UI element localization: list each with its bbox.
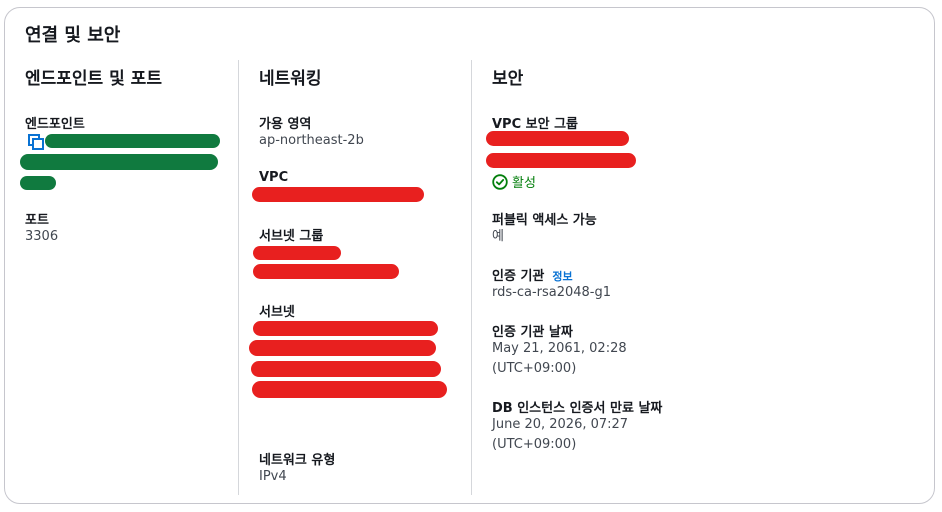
endpoint-port-title: 엔드포인트 및 포트 <box>25 69 162 89</box>
subnet-redaction-4 <box>252 381 447 398</box>
public-access-label: 퍼블릭 액세스 가능 <box>492 213 597 228</box>
network-type-value: IPv4 <box>259 469 287 484</box>
security-group-redaction-2 <box>486 153 636 168</box>
ca-date-label: 인증 기관 날짜 <box>492 325 573 340</box>
subnet-group-label: 서브넷 그룹 <box>259 229 324 244</box>
cert-expiry-value: June 20, 2026, 07:27 <box>492 417 629 432</box>
cert-expiry-timezone: (UTC+09:00) <box>492 437 577 452</box>
security-group-status-text: 활성 <box>512 176 536 191</box>
endpoint-redaction-line-3 <box>20 176 56 190</box>
ca-label-text: 인증 기관 <box>492 269 545 284</box>
subnet-group-redaction-1 <box>253 246 341 260</box>
vpc-redaction <box>252 187 424 202</box>
networking-title: 네트워킹 <box>259 69 322 89</box>
networking-column: 네트워킹 가용 영역 ap-northeast-2b VPC 서브넷 그룹 서브… <box>238 60 469 495</box>
subnets-label: 서브넷 <box>259 305 295 320</box>
subnet-redaction-2 <box>249 340 436 356</box>
subnet-group-redaction-2 <box>253 264 399 279</box>
ca-info-link[interactable]: 정보 <box>552 270 572 283</box>
copy-icon[interactable] <box>28 134 44 150</box>
security-group-redaction-1 <box>486 131 629 146</box>
endpoint-redaction-line-1 <box>45 134 220 148</box>
ca-label: 인증 기관 정보 <box>492 265 573 284</box>
security-group-status: 활성 <box>492 172 536 191</box>
security-group-label: VPC 보안 그룹 <box>492 117 579 132</box>
panel-title: 연결 및 보안 <box>25 25 121 46</box>
az-value: ap-northeast-2b <box>259 133 364 148</box>
cert-expiry-label: DB 인스턴스 인증서 만료 날짜 <box>492 401 663 416</box>
check-circle-icon <box>492 173 508 190</box>
security-title: 보안 <box>492 69 524 89</box>
endpoint-redaction-line-2 <box>20 154 218 170</box>
ca-date-timezone: (UTC+09:00) <box>492 361 577 376</box>
port-label: 포트 <box>25 213 49 228</box>
vpc-label: VPC <box>259 170 289 185</box>
subnet-redaction-3 <box>251 361 441 377</box>
public-access-value: 예 <box>492 229 504 244</box>
ca-date-value: May 21, 2061, 02:28 <box>492 341 627 356</box>
security-column: 보안 VPC 보안 그룹 활성 퍼블릭 액세스 가능 예 인증 기관 정보 rds… <box>471 60 912 495</box>
ca-value: rds-ca-rsa2048-g1 <box>492 285 612 300</box>
port-value: 3306 <box>25 229 59 244</box>
az-label: 가용 영역 <box>259 117 312 132</box>
subnet-redaction-1 <box>253 321 438 336</box>
endpoint-label: 엔드포인트 <box>25 117 85 132</box>
network-type-label: 네트워크 유형 <box>259 453 336 468</box>
endpoint-port-column: 엔드포인트 및 포트 엔드포인트 포트 3306 <box>20 60 235 495</box>
